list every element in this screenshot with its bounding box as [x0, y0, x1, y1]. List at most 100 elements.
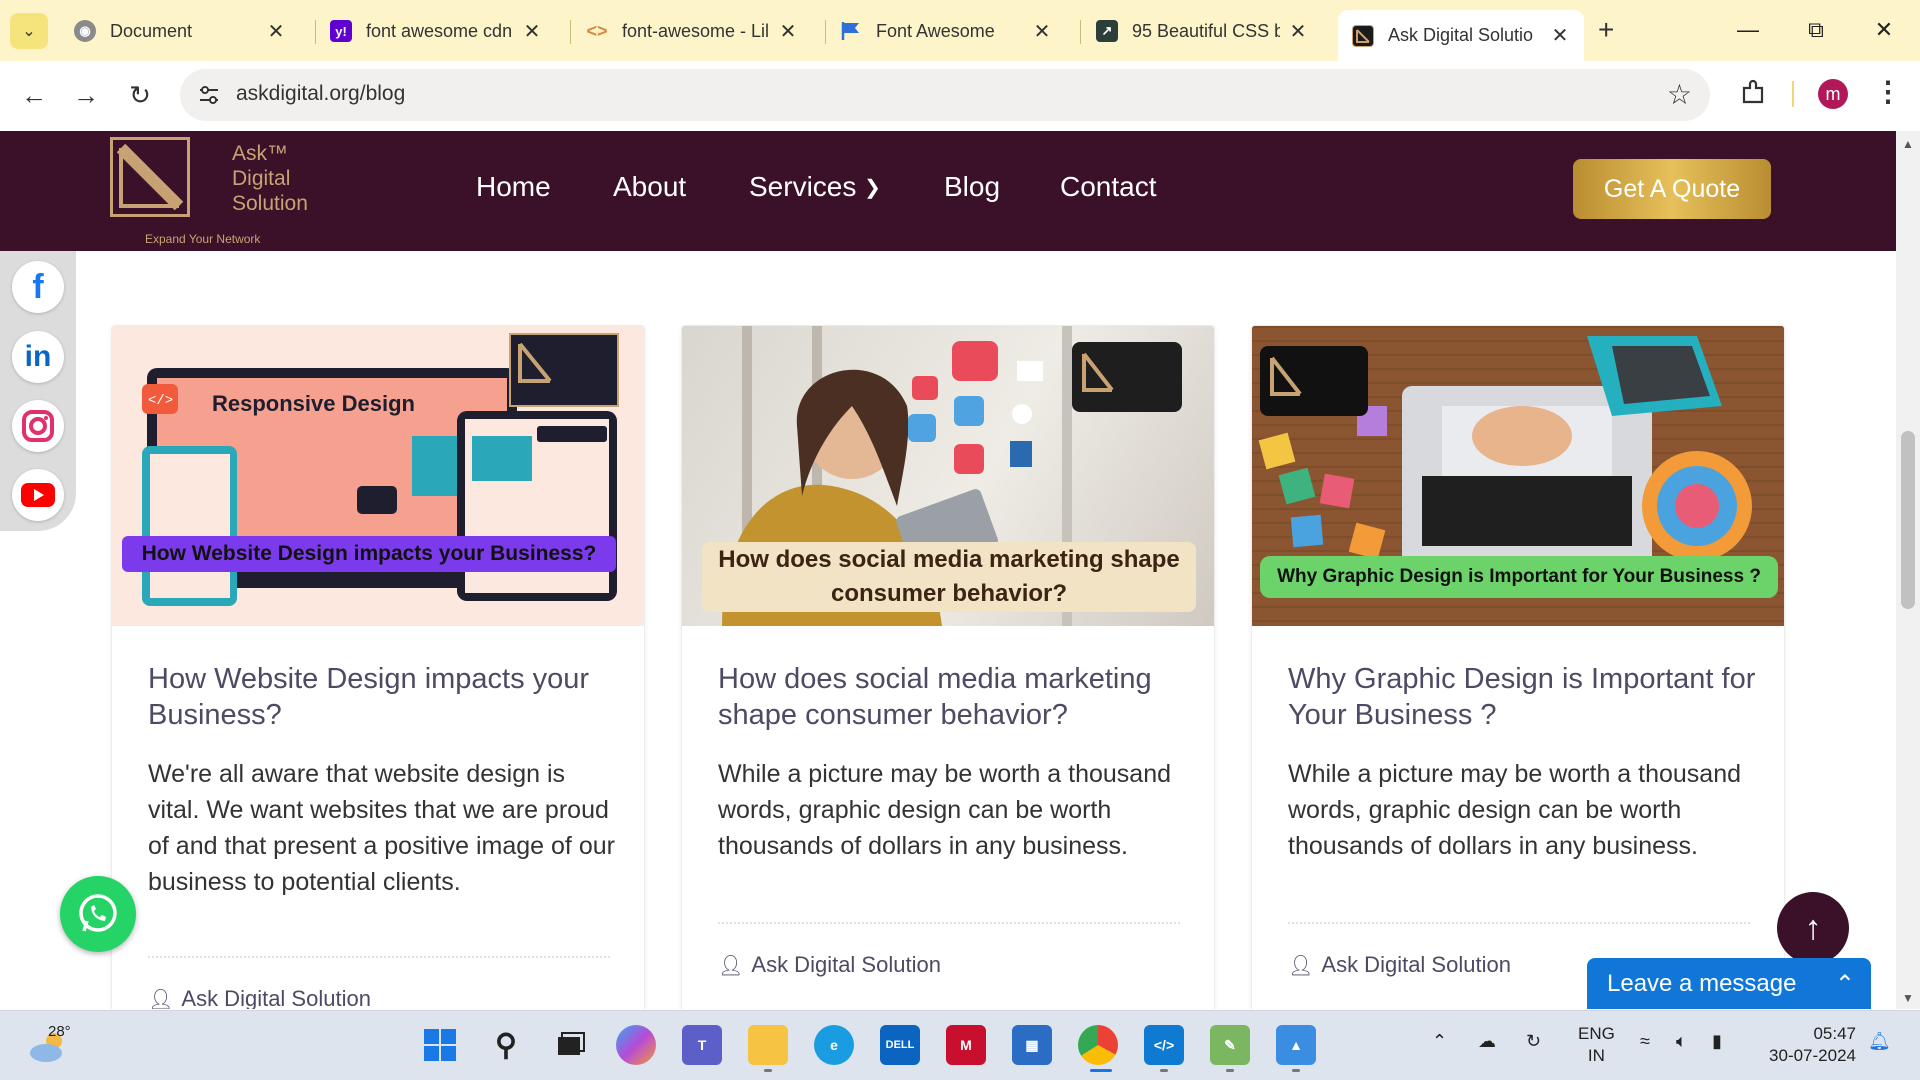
image-caption: How Website Design impacts your Business…	[141, 542, 597, 565]
site-settings-icon[interactable]	[196, 82, 222, 108]
address-bar[interactable]: askdigital.org/blog ☆	[180, 69, 1710, 121]
restore-icon[interactable]: ⧉	[1796, 10, 1836, 50]
post-excerpt: While a picture may be worth a thousand …	[718, 760, 1172, 860]
post-author[interactable]: 👤︎ Ask Digital Solution	[718, 952, 941, 978]
nav-services[interactable]: Services ❯︎	[749, 171, 881, 203]
notification-bell-icon[interactable]: 🔔︎	[1868, 1031, 1891, 1052]
blog-card-image[interactable]: Why Graphic Design is Important for Your…	[1252, 326, 1784, 626]
vscode-icon[interactable]: </>	[1144, 1025, 1184, 1065]
close-tab-icon[interactable]: ✕	[522, 19, 542, 44]
chevron-down-icon: ❯︎	[864, 177, 881, 199]
store-icon[interactable]: ▦	[1012, 1025, 1052, 1065]
teams-icon[interactable]: T	[682, 1025, 722, 1065]
windows-start-icon[interactable]	[420, 1025, 460, 1065]
get-a-quote-button[interactable]: Get A Quote	[1573, 159, 1771, 219]
nav-about[interactable]: About	[613, 171, 686, 203]
blog-card[interactable]: Why Graphic Design is Important for Your…	[1251, 325, 1785, 1009]
battery-icon[interactable]: ▮	[1712, 1031, 1722, 1052]
image-heading: Responsive Design	[212, 391, 415, 416]
forward-arrow-icon[interactable]: →	[68, 77, 104, 113]
chrome-icon[interactable]	[1078, 1025, 1118, 1065]
close-window-icon[interactable]: ✕	[1864, 10, 1904, 50]
close-tab-icon[interactable]: ✕	[1550, 23, 1570, 48]
nav-blog[interactable]: Blog	[944, 171, 1000, 203]
sync-icon[interactable]: ↻	[1526, 1031, 1541, 1052]
close-tab-icon[interactable]: ✕	[778, 19, 798, 44]
youtube-icon[interactable]	[12, 469, 64, 521]
tab-document[interactable]: ◉ Document ✕	[60, 10, 300, 52]
chevron-up-icon: ⌃	[1834, 971, 1855, 998]
extensions-icon[interactable]	[1738, 78, 1768, 108]
minimize-icon[interactable]: —	[1728, 10, 1768, 50]
photos-icon[interactable]: ▲	[1276, 1025, 1316, 1065]
post-title[interactable]: Why Graphic Design is Important for Your…	[1288, 661, 1758, 733]
page-viewport: Ask™ Digital Solution Expand Your Networ…	[0, 131, 1896, 1009]
user-icon: 👤︎	[148, 988, 174, 1010]
card-divider	[148, 956, 610, 958]
scroll-up-arrow-icon[interactable]: ▲	[1902, 137, 1914, 151]
post-author[interactable]: 👤︎ Ask Digital Solution	[1288, 952, 1511, 978]
search-icon[interactable]: ⚲	[486, 1025, 526, 1065]
page-scrollbar[interactable]: ▲ ▼	[1896, 131, 1920, 1009]
facebook-icon[interactable]: f	[12, 261, 64, 313]
url-text: askdigital.org/blog	[236, 82, 406, 105]
nav-contact[interactable]: Contact	[1060, 171, 1157, 203]
close-tab-icon[interactable]: ✕	[1032, 19, 1052, 44]
bookmark-star-icon[interactable]: ☆	[1667, 78, 1692, 111]
blog-card[interactable]: Responsive Design </> How Website Design…	[111, 325, 645, 1009]
dell-icon[interactable]: DELL	[880, 1025, 920, 1065]
reload-icon[interactable]: ↻	[122, 77, 158, 113]
post-title[interactable]: How Website Design impacts your Business…	[148, 661, 618, 733]
edge-icon[interactable]: e	[814, 1025, 854, 1065]
website-design-illustration: Responsive Design </>	[122, 333, 619, 606]
scrollbar-thumb[interactable]	[1901, 431, 1915, 609]
language-indicator[interactable]: ENG IN	[1578, 1023, 1615, 1067]
weather-temperature: 28°	[48, 1023, 71, 1040]
blog-card[interactable]: How does social media marketing shape co…	[681, 325, 1215, 1009]
nav-home[interactable]: Home	[476, 171, 551, 203]
show-hidden-icons-chevron-icon[interactable]: ⌃	[1432, 1031, 1447, 1052]
tab-ask-digital-active[interactable]: Ask Digital Solutio ✕	[1338, 10, 1584, 61]
author-name: Ask Digital Solution	[751, 952, 941, 977]
instagram-icon[interactable]	[12, 400, 64, 452]
new-tab-plus-icon[interactable]: +	[1598, 14, 1614, 46]
image-caption: How does social media marketing shape co…	[718, 546, 1180, 607]
wifi-icon[interactable]: ≈	[1640, 1031, 1650, 1052]
tab-css-buttons[interactable]: ↗ 95 Beautiful CSS b ✕	[1082, 10, 1322, 52]
card-divider	[718, 922, 1180, 924]
whatsapp-icon[interactable]	[60, 876, 136, 952]
logo-mark-icon	[116, 143, 184, 211]
browser-menu-icon[interactable]: ⋮	[1874, 75, 1902, 108]
blog-card-image[interactable]: Responsive Design </> How Website Design…	[112, 326, 644, 626]
post-author[interactable]: 👤︎ Ask Digital Solution	[148, 986, 371, 1009]
tab-title: 95 Beautiful CSS b	[1132, 20, 1280, 41]
image-caption: Why Graphic Design is Important for Your…	[1277, 566, 1761, 587]
tab-font-awesome-lib[interactable]: <> font-awesome - Lil ✕	[572, 10, 812, 52]
site-logo[interactable]	[110, 137, 190, 217]
browser-toolbar: ← → ↻ askdigital.org/blog ☆ m ⋮	[0, 61, 1920, 129]
onedrive-icon[interactable]: ☁	[1478, 1031, 1496, 1052]
tab-font-awesome-cdn[interactable]: y! font awesome cdn ✕	[316, 10, 556, 52]
tab-search-button[interactable]: ⌄	[10, 13, 48, 49]
scroll-to-top-button[interactable]: ↑	[1777, 892, 1849, 964]
profile-avatar[interactable]: m	[1818, 79, 1848, 109]
close-tab-icon[interactable]: ✕	[266, 19, 286, 44]
file-explorer-icon[interactable]	[748, 1025, 788, 1065]
tab-title: font-awesome - Lil	[622, 20, 770, 41]
copilot-icon[interactable]	[616, 1025, 656, 1065]
close-tab-icon[interactable]: ✕	[1288, 19, 1308, 44]
volume-icon[interactable]: 🔈︎	[1676, 1031, 1687, 1052]
linkedin-icon[interactable]: in	[12, 331, 64, 383]
post-title[interactable]: How does social media marketing shape co…	[718, 661, 1188, 733]
task-view-icon[interactable]	[550, 1025, 590, 1065]
logo-text: Ask™ Digital Solution	[232, 142, 308, 215]
leave-message-widget[interactable]: Leave a message ⌃	[1587, 958, 1871, 1009]
mcafee-icon[interactable]: M	[946, 1025, 986, 1065]
blog-card-image[interactable]: How does social media marketing shape co…	[682, 326, 1214, 626]
scroll-down-arrow-icon[interactable]: ▼	[1902, 991, 1914, 1005]
tab-font-awesome[interactable]: Font Awesome ✕	[826, 10, 1066, 52]
back-arrow-icon[interactable]: ←	[16, 77, 52, 113]
notepad-icon[interactable]: ✎	[1210, 1025, 1250, 1065]
system-clock[interactable]: 05:47 30-07-2024	[1760, 1023, 1856, 1067]
user-icon: 👤︎	[1288, 954, 1314, 977]
